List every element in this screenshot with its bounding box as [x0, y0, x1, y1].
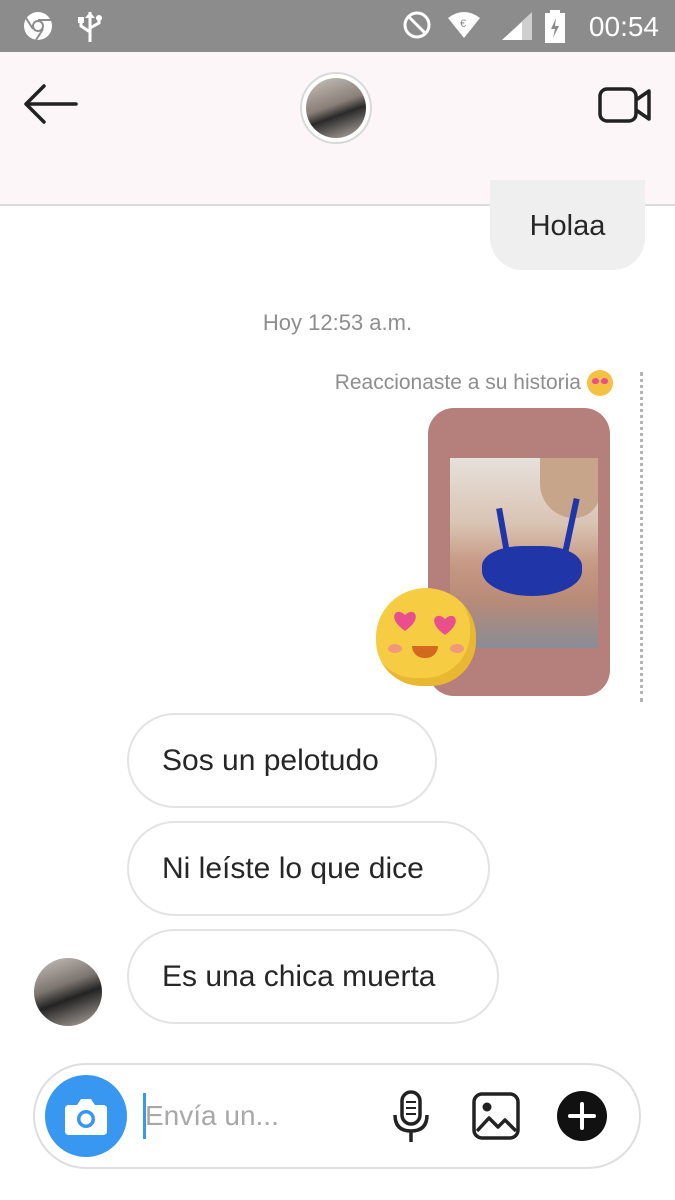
chrome-icon: [24, 12, 52, 41]
message-text: Holaa: [529, 210, 606, 242]
usb-icon: [78, 12, 102, 42]
story-reaction-note: Reaccionaste a su historia: [335, 370, 613, 396]
story-reply-connector: [640, 372, 644, 702]
wifi-icon: €: [448, 12, 480, 38]
do-not-disturb-icon: [403, 11, 431, 39]
message-text: Ni leíste lo que dice: [162, 851, 424, 885]
heart-eyes-reaction-icon: [376, 588, 476, 686]
incoming-message[interactable]: Ni leíste lo que dice: [127, 821, 490, 916]
signal-icon: [502, 12, 532, 40]
video-camera-icon[interactable]: [597, 82, 653, 128]
status-bar: € 00:54: [0, 0, 675, 52]
heart-eyes-emoji-icon: [587, 370, 613, 396]
plus-circle-icon[interactable]: [555, 1089, 609, 1143]
message-text: Sos un pelotudo: [162, 743, 379, 777]
contact-avatar[interactable]: [300, 72, 372, 144]
camera-button[interactable]: [45, 1075, 127, 1157]
message-composer: [33, 1063, 641, 1169]
incoming-message[interactable]: Sos un pelotudo: [127, 713, 437, 808]
outgoing-message[interactable]: Holaa: [490, 180, 645, 270]
camera-icon: [65, 1099, 107, 1135]
message-text: Es una chica muerta: [162, 959, 436, 993]
battery-icon: [545, 10, 565, 43]
clock: 00:54: [588, 11, 659, 42]
message-input[interactable]: [145, 1093, 375, 1139]
incoming-message[interactable]: Es una chica muerta: [127, 929, 499, 1024]
arrow-left-icon[interactable]: [20, 82, 80, 126]
timestamp: Hoy 12:53 a.m.: [262, 310, 413, 335]
story-reaction-label: Reaccionaste a su historia: [334, 371, 581, 394]
image-gallery-icon[interactable]: [471, 1091, 521, 1141]
svg-text:€: €: [460, 18, 466, 30]
microphone-icon[interactable]: [387, 1089, 435, 1145]
sender-avatar[interactable]: [34, 958, 102, 1026]
